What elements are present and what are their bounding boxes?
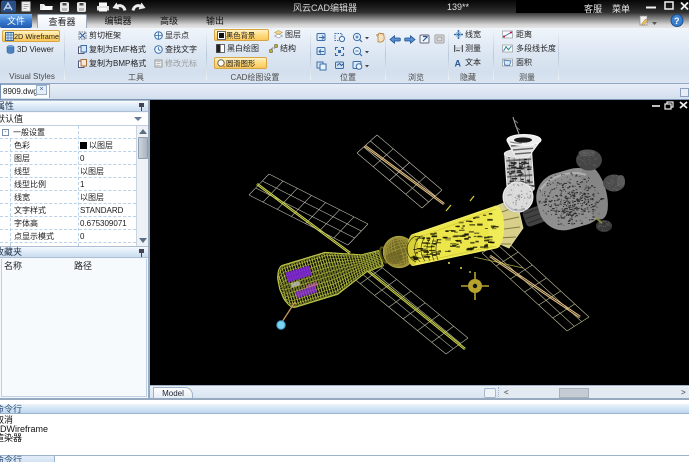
svg-text:A: A (455, 59, 462, 68)
